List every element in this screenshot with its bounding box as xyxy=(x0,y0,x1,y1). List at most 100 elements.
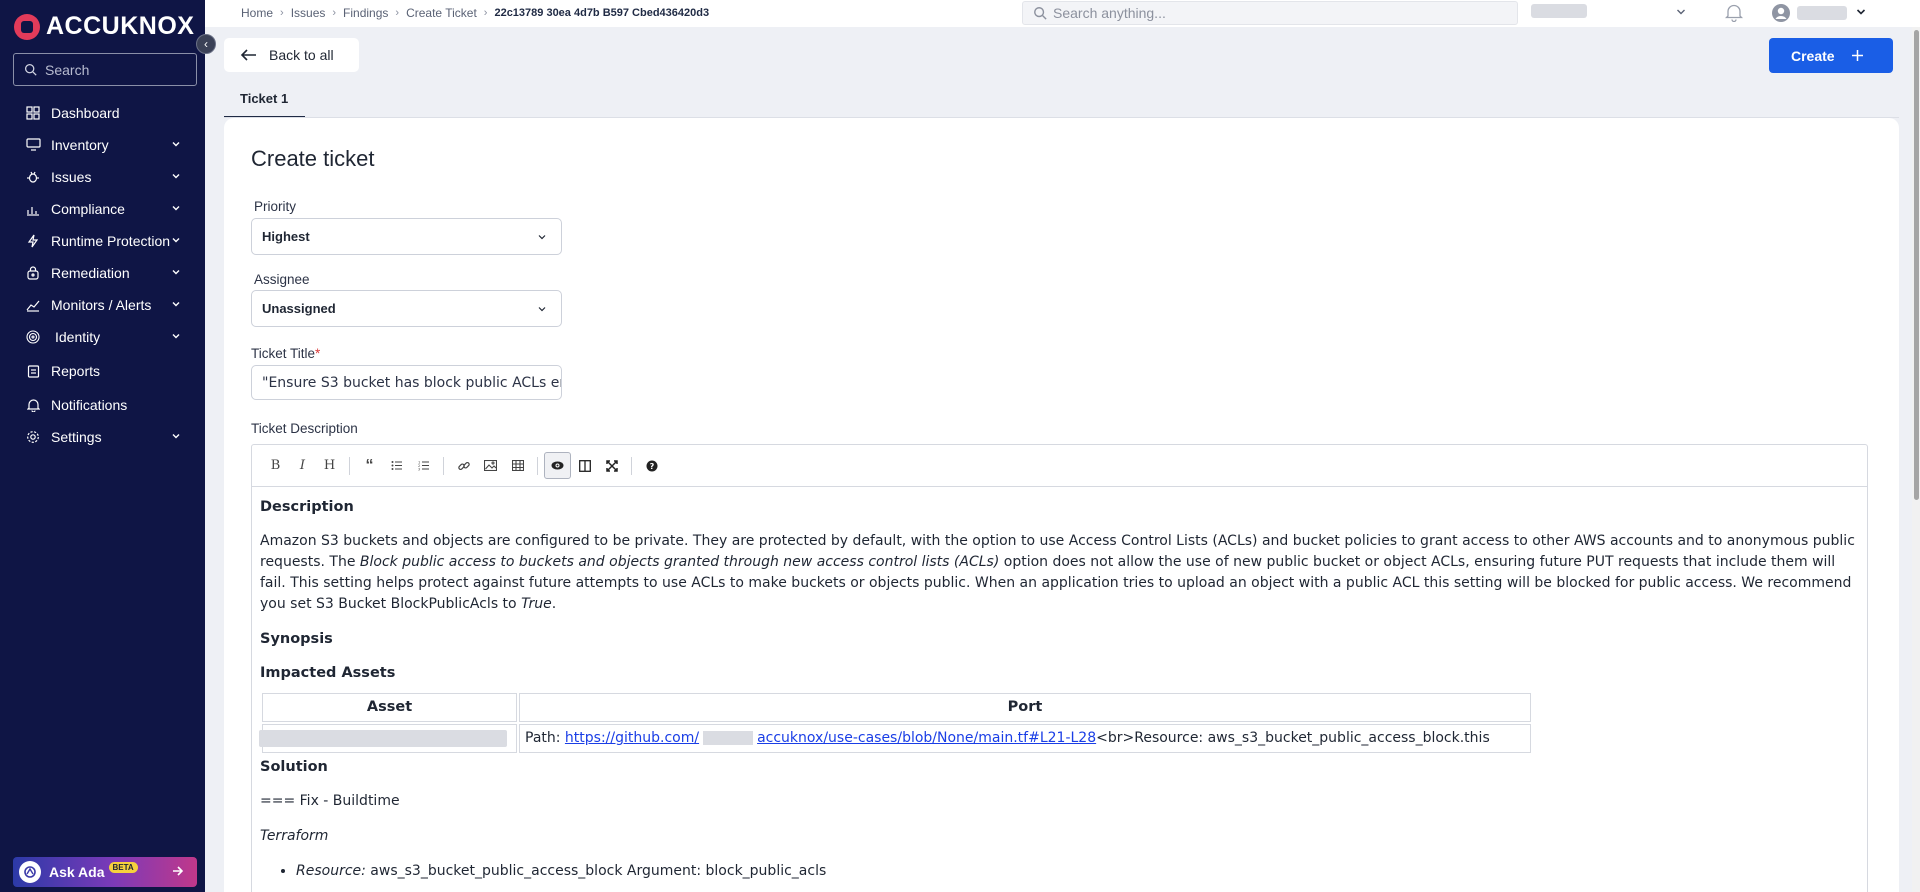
sidebar-item-label: Remediation xyxy=(51,265,130,281)
topbar: Home › Issues › Findings › Create Ticket… xyxy=(205,0,1920,27)
path-link[interactable]: https://github.com/accuknox/use-cases/bl… xyxy=(565,730,1096,746)
chevron-right-icon: › xyxy=(483,7,488,19)
table-row: Path: https://github.com/accuknox/use-ca… xyxy=(259,724,1531,753)
port-cell: Path: https://github.com/accuknox/use-ca… xyxy=(519,724,1531,753)
chevron-right-icon: › xyxy=(332,7,337,19)
fullscreen-icon[interactable] xyxy=(598,452,625,479)
chevron-right-icon: › xyxy=(395,7,400,19)
ada-icon xyxy=(19,861,41,883)
sidebar-item-remediation[interactable]: Remediation xyxy=(0,257,205,289)
sidebar-item-reports[interactable]: Reports xyxy=(0,355,205,387)
sidebar-nav: Dashboard Inventory Issues Compliance Ru… xyxy=(0,97,205,453)
sidebar-search[interactable] xyxy=(13,53,197,86)
sidebar-item-issues[interactable]: Issues xyxy=(0,161,205,193)
ask-ada-button[interactable]: Ask Ada BETA xyxy=(13,857,197,887)
table-header-asset: Asset xyxy=(262,693,517,722)
help-icon[interactable]: ? xyxy=(638,452,665,479)
assignee-value: Unassigned xyxy=(262,301,336,316)
sidebar-item-compliance[interactable]: Compliance xyxy=(0,193,205,225)
user-avatar-icon[interactable] xyxy=(1771,3,1791,23)
sidebar-search-input[interactable] xyxy=(45,61,185,78)
terraform-italic: Terraform xyxy=(260,828,329,844)
sidebar-item-label: Inventory xyxy=(51,137,109,153)
ask-ada-label: Ask Ada xyxy=(49,864,105,880)
chevron-down-icon xyxy=(172,142,180,147)
bold-icon[interactable]: B xyxy=(262,452,289,479)
back-to-all-button[interactable]: Back to all xyxy=(224,38,359,72)
ticket-title-input[interactable] xyxy=(251,365,562,400)
create-button[interactable]: Create xyxy=(1769,38,1893,73)
priority-select[interactable]: Highest xyxy=(251,218,562,255)
sidebar-item-inventory[interactable]: Inventory xyxy=(0,129,205,161)
breadcrumb-create-ticket[interactable]: Create Ticket xyxy=(406,6,477,20)
tab-label: Ticket 1 xyxy=(240,91,289,106)
sidebar: ACCUKNOX ‹ Dashboard Inventory Issues Co… xyxy=(0,0,216,892)
chevron-down-icon xyxy=(172,334,180,339)
chevron-down-icon xyxy=(172,174,180,179)
sidebar-item-identity[interactable]: Identity xyxy=(0,321,205,353)
main-content: Back to all Create Ticket 1 Create ticke… xyxy=(205,27,1920,892)
asset-redacted xyxy=(259,729,507,747)
toolbar-separator xyxy=(349,456,350,475)
breadcrumb-issues[interactable]: Issues xyxy=(291,6,326,20)
impacted-assets-table: Asset Port Path: https://github.com/accu… xyxy=(259,691,1533,755)
plus-icon xyxy=(1851,50,1863,61)
svg-text:?: ? xyxy=(649,462,654,471)
path-suffix: <br>Resource: aws_s3_bucket_public_acces… xyxy=(1096,730,1490,746)
description-end: . xyxy=(551,596,557,612)
quote-icon[interactable]: “ xyxy=(356,452,383,479)
image-icon[interactable] xyxy=(477,452,504,479)
workspace-selector-redacted[interactable] xyxy=(1531,4,1587,18)
heading-icon[interactable]: H xyxy=(316,452,343,479)
global-search-input[interactable] xyxy=(1053,5,1493,21)
priority-value: Highest xyxy=(262,229,310,244)
global-search[interactable] xyxy=(1022,1,1518,25)
breadcrumb-home[interactable]: Home xyxy=(241,6,273,20)
clipboard-icon xyxy=(25,363,41,379)
org-redacted xyxy=(703,731,754,745)
notification-bell-icon[interactable] xyxy=(1725,3,1743,22)
beta-badge: BETA xyxy=(108,861,138,873)
numbered-list-icon[interactable]: 123 xyxy=(410,452,437,479)
description-heading: Description xyxy=(260,499,354,515)
breadcrumb: Home › Issues › Findings › Create Ticket… xyxy=(241,6,709,20)
breadcrumb-findings[interactable]: Findings xyxy=(343,6,388,20)
page-title: Create ticket xyxy=(251,146,375,171)
synopsis-heading: Synopsis xyxy=(260,631,333,647)
chevron-down-icon xyxy=(172,238,180,243)
sidebar-item-runtime-protection[interactable]: Runtime Protection xyxy=(0,225,205,257)
resource-italic: Resource: xyxy=(296,863,366,879)
sidebar-item-label: Identity xyxy=(55,329,101,345)
markdown-editor[interactable]: B I H “ 123 ? Description Amazon S3 buck… xyxy=(251,444,1868,892)
chevron-right-icon: › xyxy=(280,7,284,19)
logo[interactable]: ACCUKNOX xyxy=(14,12,194,41)
assignee-select[interactable]: Unassigned xyxy=(251,290,562,327)
description-italic: Block public access to buckets and objec… xyxy=(359,554,1000,570)
lightning-icon xyxy=(25,233,41,249)
monitor-icon xyxy=(25,137,41,153)
sidebar-item-monitors-alerts[interactable]: Monitors / Alerts xyxy=(0,289,205,321)
asset-cell xyxy=(259,724,517,753)
sidebar-item-dashboard[interactable]: Dashboard xyxy=(0,97,205,129)
chevron-down-icon[interactable] xyxy=(1855,6,1867,18)
ticket-title-label-text: Ticket Title xyxy=(251,346,316,361)
resource-text: aws_s3_bucket_public_access_block Argume… xyxy=(365,863,827,879)
link-icon[interactable] xyxy=(450,452,477,479)
sidebar-item-notifications[interactable]: Notifications xyxy=(0,389,205,421)
italic-icon[interactable]: I xyxy=(289,452,316,479)
chevron-down-icon[interactable] xyxy=(1675,6,1687,18)
page-scrollbar-thumb[interactable] xyxy=(1914,30,1919,500)
tab-ticket-1[interactable]: Ticket 1 xyxy=(224,87,305,118)
svg-text:3: 3 xyxy=(418,468,420,472)
sidebar-item-label: Notifications xyxy=(51,397,128,413)
assignee-label: Assignee xyxy=(254,272,310,287)
priority-label: Priority xyxy=(254,199,297,214)
sidebar-item-settings[interactable]: Settings xyxy=(0,421,205,453)
ticket-description-label: Ticket Description xyxy=(251,421,358,436)
table-icon[interactable] xyxy=(504,452,531,479)
preview-icon[interactable] xyxy=(544,452,571,479)
table-header-port: Port xyxy=(519,693,1531,722)
side-by-side-icon[interactable] xyxy=(571,452,598,479)
chevron-down-icon xyxy=(172,270,180,275)
bullet-list-icon[interactable] xyxy=(383,452,410,479)
